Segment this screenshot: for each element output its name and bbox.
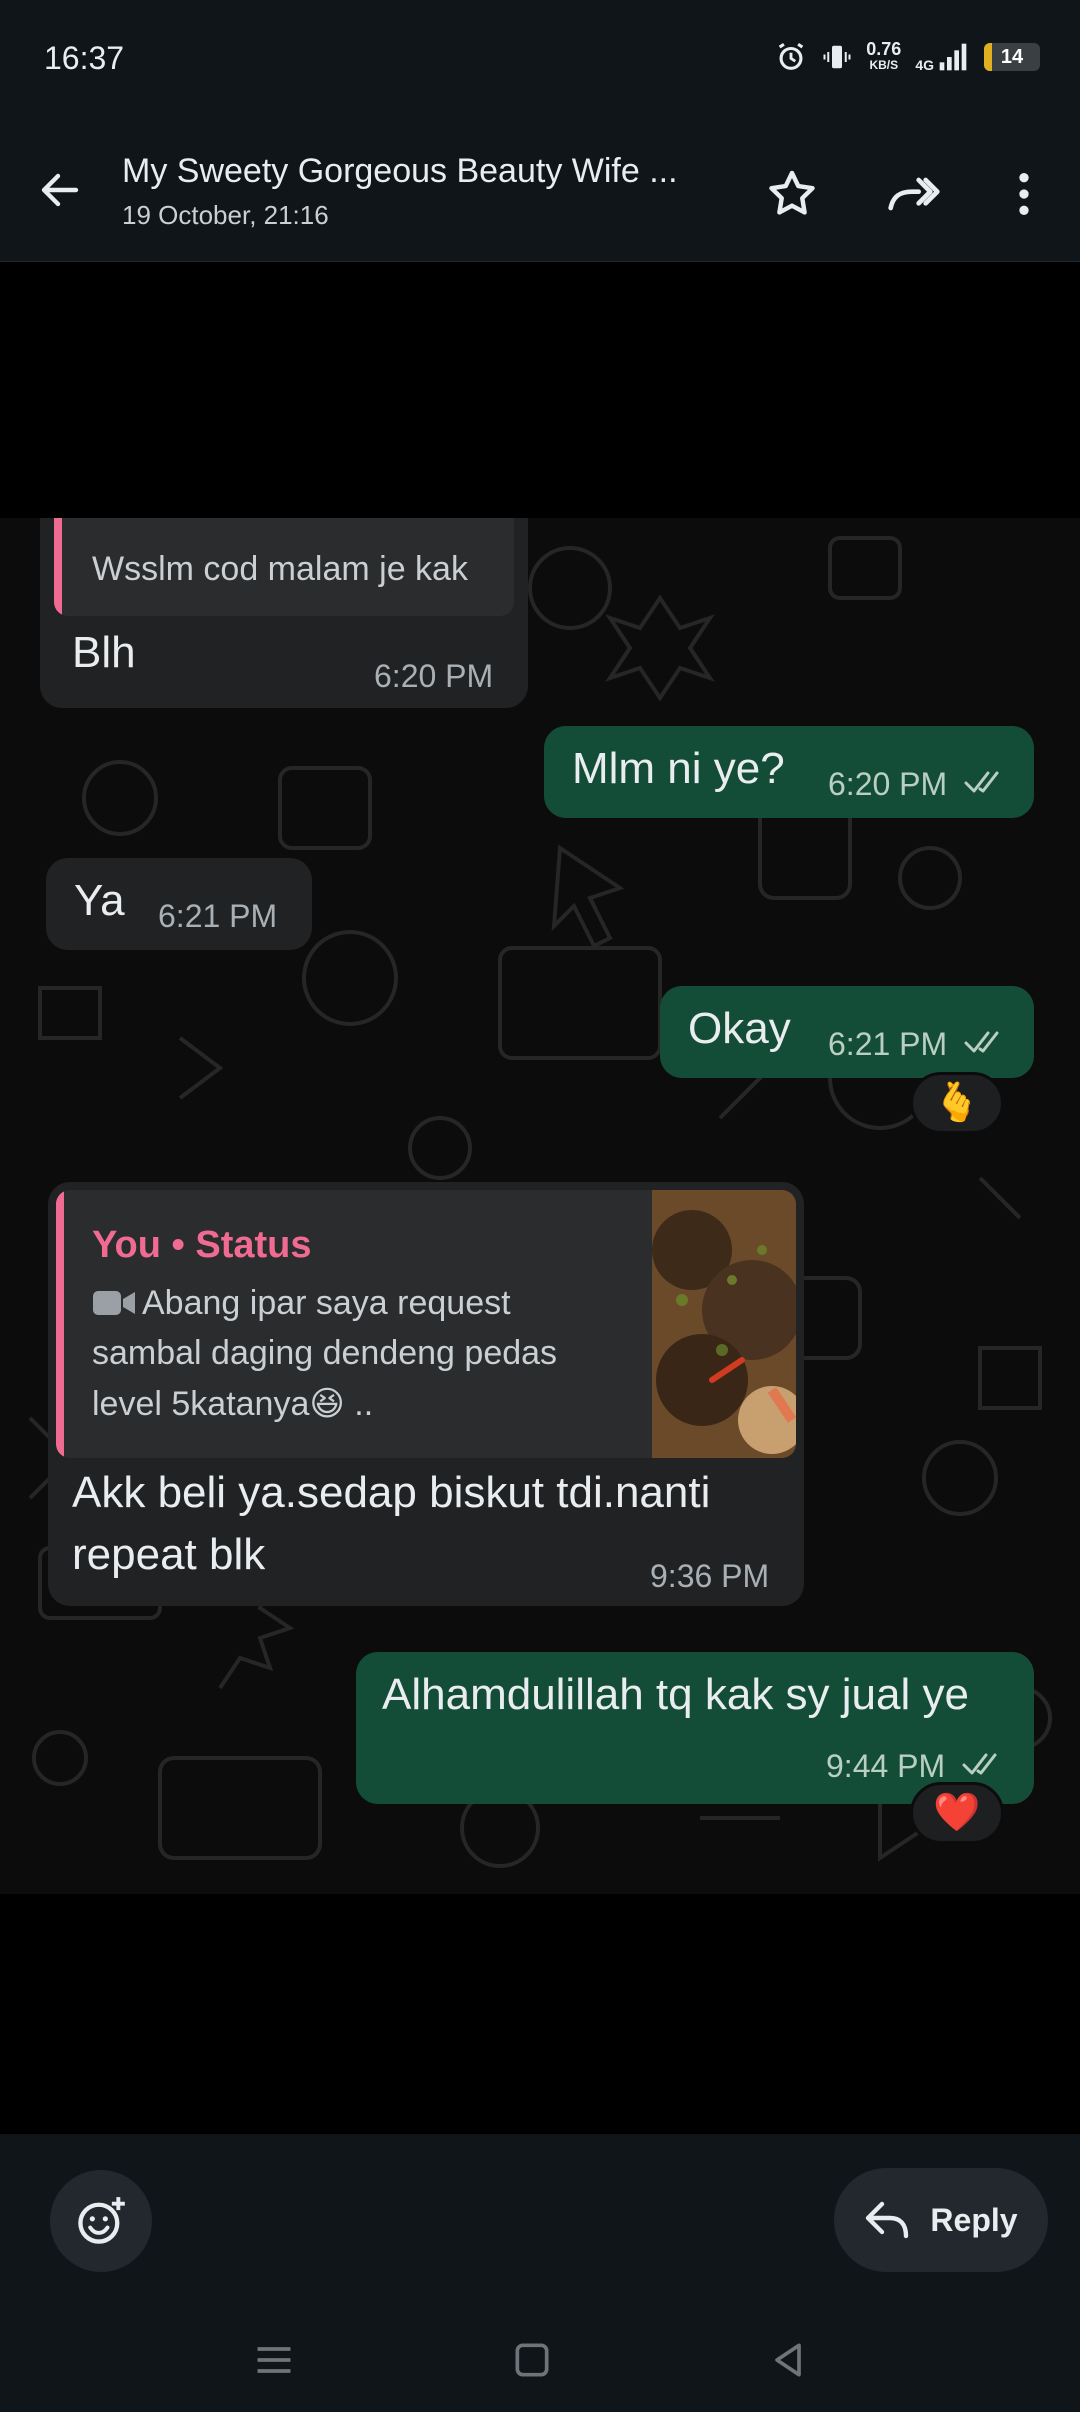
read-ticks-icon	[964, 771, 999, 793]
read-ticks-icon	[962, 1753, 997, 1775]
quoted-status-line-text: level 5katanya	[92, 1385, 310, 1423]
reaction-badge[interactable]: 🫰	[910, 1072, 1004, 1134]
message-time: 6:21 PM	[828, 1026, 948, 1062]
app-bar: My Sweety Gorgeous Beauty Wife ... 19 Oc…	[0, 120, 1080, 262]
message-time: 9:36 PM	[650, 1558, 770, 1594]
quoted-status-line: Abang ipar saya request	[142, 1284, 511, 1322]
emoji-add-icon	[78, 2197, 125, 2244]
signal-icon	[939, 43, 967, 71]
net-speed: 0.76 KB/S	[866, 39, 902, 73]
home-nav-icon[interactable]	[510, 2338, 554, 2382]
quote-accent-bar	[54, 518, 62, 616]
chat-title[interactable]: My Sweety Gorgeous Beauty Wife ...	[122, 152, 722, 191]
reply-button[interactable]: Reply	[834, 2168, 1048, 2272]
back-nav-icon[interactable]	[766, 2338, 810, 2382]
message-time: 6:20 PM	[828, 766, 948, 802]
message-time: 6:21 PM	[158, 898, 278, 934]
message-text: Ya	[74, 876, 125, 925]
recents-nav-icon[interactable]	[252, 2338, 296, 2382]
chat-area: Wsslm cod malam je kak Blh 6:20 PM Mlm n…	[0, 518, 1080, 1894]
message-bubble-incoming[interactable]: You • Status Abang ipar saya request sam…	[48, 1182, 804, 1606]
alarm-icon	[779, 42, 804, 70]
video-camera-icon	[93, 1291, 135, 1315]
bottom-bar: Reply	[0, 2134, 1080, 2412]
message-text: Blh	[72, 628, 136, 677]
message-time: 9:44 PM	[826, 1748, 946, 1784]
message-bubble-outgoing[interactable]: Mlm ni ye? 6:20 PM	[544, 726, 1034, 818]
message-text-line: repeat blk	[72, 1530, 266, 1579]
quoted-status-line: sambal daging dendeng pedas	[92, 1334, 558, 1372]
status-time: 16:37	[44, 40, 125, 76]
read-ticks-icon	[964, 1031, 999, 1053]
more-vert-icon[interactable]	[996, 166, 1052, 222]
message-bubble-outgoing[interactable]: Alhamdulillah tq kak sy jual ye 9:44 PM	[356, 1652, 1034, 1804]
star-icon[interactable]	[764, 166, 820, 222]
quoted-status-suffix: ..	[344, 1385, 374, 1423]
quoted-message[interactable]: Wsslm cod malam je kak	[54, 518, 514, 616]
signal-indicator: 4G	[915, 41, 970, 73]
status-icons: 0.76 KB/S 4G 14	[774, 40, 1040, 74]
message-bubble-incoming[interactable]: Wsslm cod malam je kak Blh 6:20 PM	[40, 518, 528, 708]
back-arrow-icon[interactable]	[36, 166, 84, 214]
chat-subtitle: 19 October, 21:16	[122, 200, 329, 230]
network-type: 4G	[915, 57, 934, 73]
status-thumbnail[interactable]	[652, 1190, 796, 1458]
message-text: Mlm ni ye?	[572, 744, 785, 793]
battery-icon: 14	[984, 43, 1040, 71]
message-time: 6:20 PM	[374, 658, 494, 694]
laughing-emoji: 😆	[309, 1385, 345, 1423]
battery-level: 14	[1000, 46, 1024, 68]
message-bubble-outgoing[interactable]: Okay 6:21 PM	[660, 986, 1034, 1078]
reply-label: Reply	[930, 2201, 1018, 2238]
quoted-status[interactable]: You • Status Abang ipar saya request sam…	[56, 1190, 796, 1458]
reply-arrow-icon	[866, 2201, 909, 2239]
net-speed-unit: KB/S	[869, 58, 899, 72]
quote-accent-bar	[56, 1190, 64, 1458]
quoted-status-line: level 5katanya😆 ..	[92, 1384, 373, 1424]
message-text: Alhamdulillah tq kak sy jual ye	[382, 1670, 969, 1719]
net-speed-value: 0.76	[866, 39, 902, 59]
quoted-message-text: Wsslm cod malam je kak	[92, 550, 468, 588]
add-reaction-button[interactable]	[50, 2170, 152, 2272]
reaction-badge[interactable]: ❤️	[910, 1782, 1004, 1844]
message-bubble-incoming[interactable]: Ya 6:21 PM	[46, 858, 312, 950]
forward-icon[interactable]	[886, 166, 942, 222]
message-text-line: Akk beli ya.sedap biskut tdi.nanti	[72, 1468, 711, 1517]
message-text: Okay	[688, 1004, 791, 1053]
status-bar: 16:37 0.76 KB/S 4G 14	[0, 0, 1080, 120]
system-nav-bar	[0, 2310, 1080, 2412]
quoted-status-header: You • Status	[92, 1224, 312, 1266]
vibrate-icon	[823, 45, 851, 69]
